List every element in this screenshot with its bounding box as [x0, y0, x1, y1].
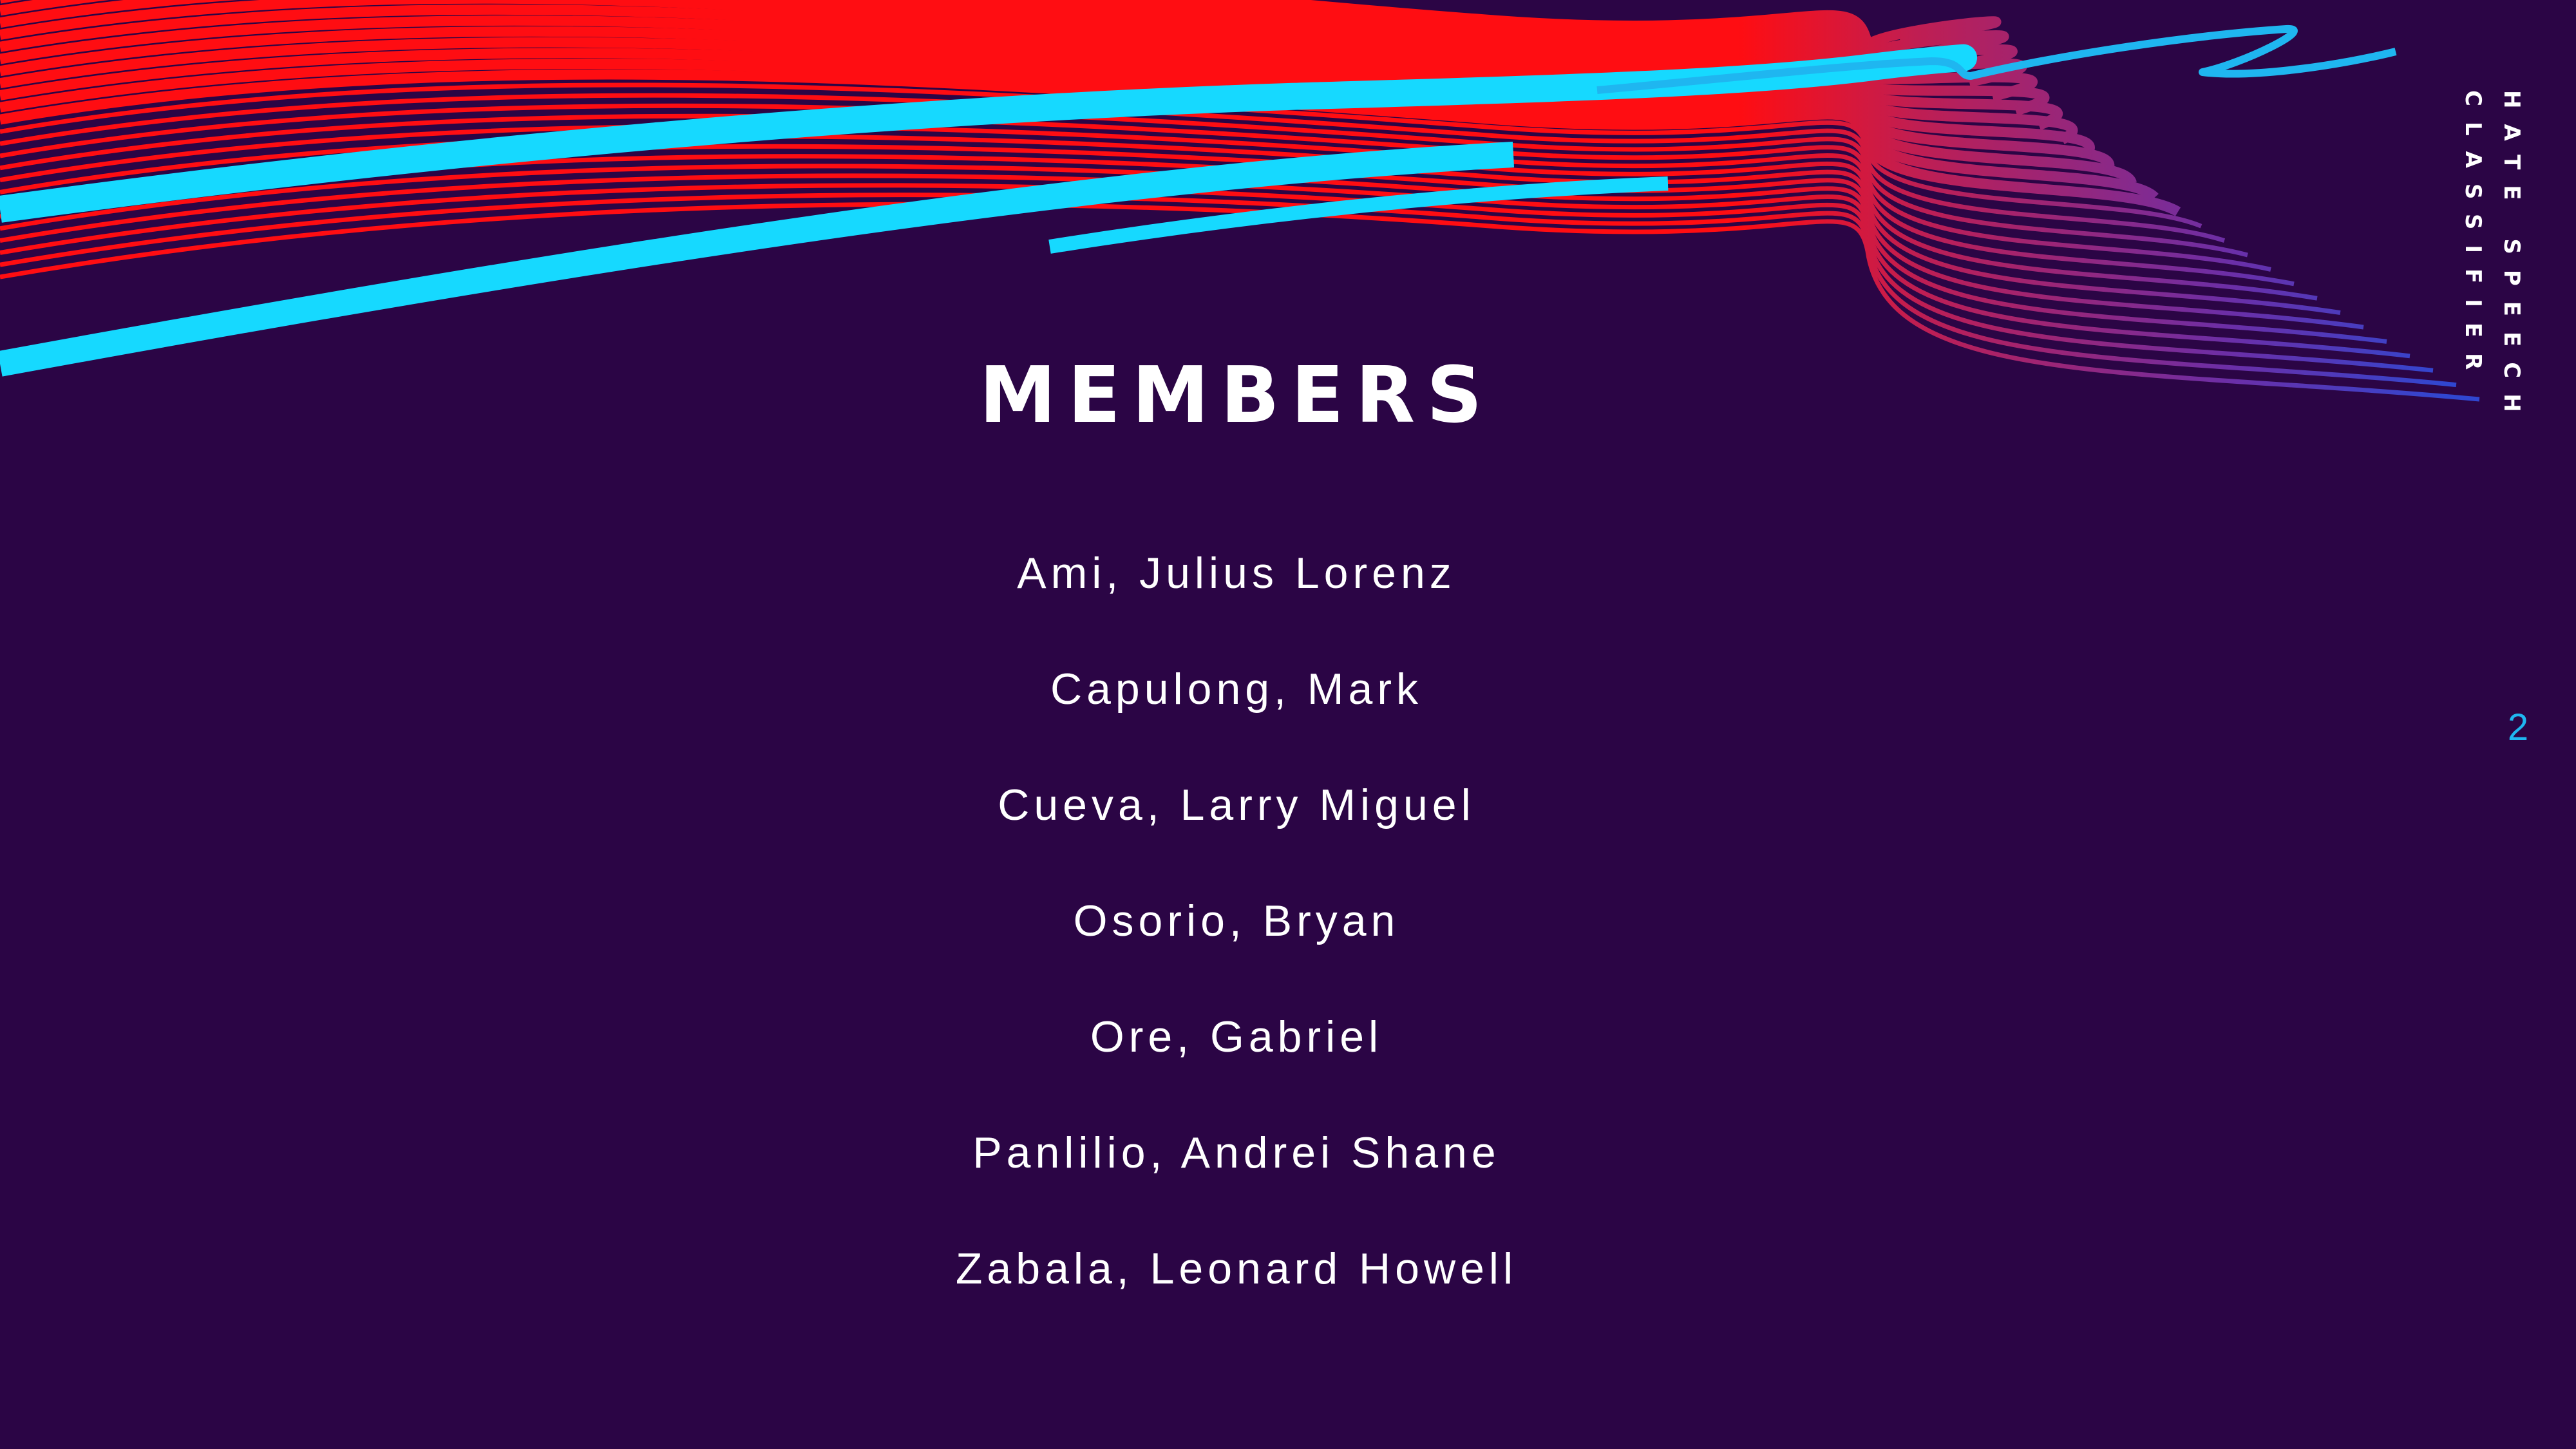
member-name: Cueva, Larry Miguel: [998, 781, 1475, 829]
red-wave-lines: [0, 0, 2480, 402]
member-name: Panlilio, Andrei Shane: [972, 1128, 1501, 1177]
member-name: Capulong, Mark: [1050, 665, 1423, 714]
members-list: Ami, Julius Lorenz Capulong, Mark Cueva,…: [644, 535, 1829, 1346]
member-name: Ami, Julius Lorenz: [1017, 549, 1456, 598]
red-wave-line: [0, 183, 2434, 373]
slide-title: MEMBERS: [979, 351, 1494, 440]
presentation-title-vertical: HATE SPEECH CLASSIFIER: [2460, 90, 2524, 428]
member-name: Ore, Gabriel: [1090, 1012, 1383, 1061]
slide-number: 2: [2507, 706, 2529, 748]
member-name: Zabala, Leonard Howell: [955, 1244, 1518, 1293]
slide: MEMBERS Ami, Julius Lorenz Capulong, Mar…: [0, 0, 2576, 1449]
member-name: Osorio, Bryan: [1073, 896, 1400, 945]
